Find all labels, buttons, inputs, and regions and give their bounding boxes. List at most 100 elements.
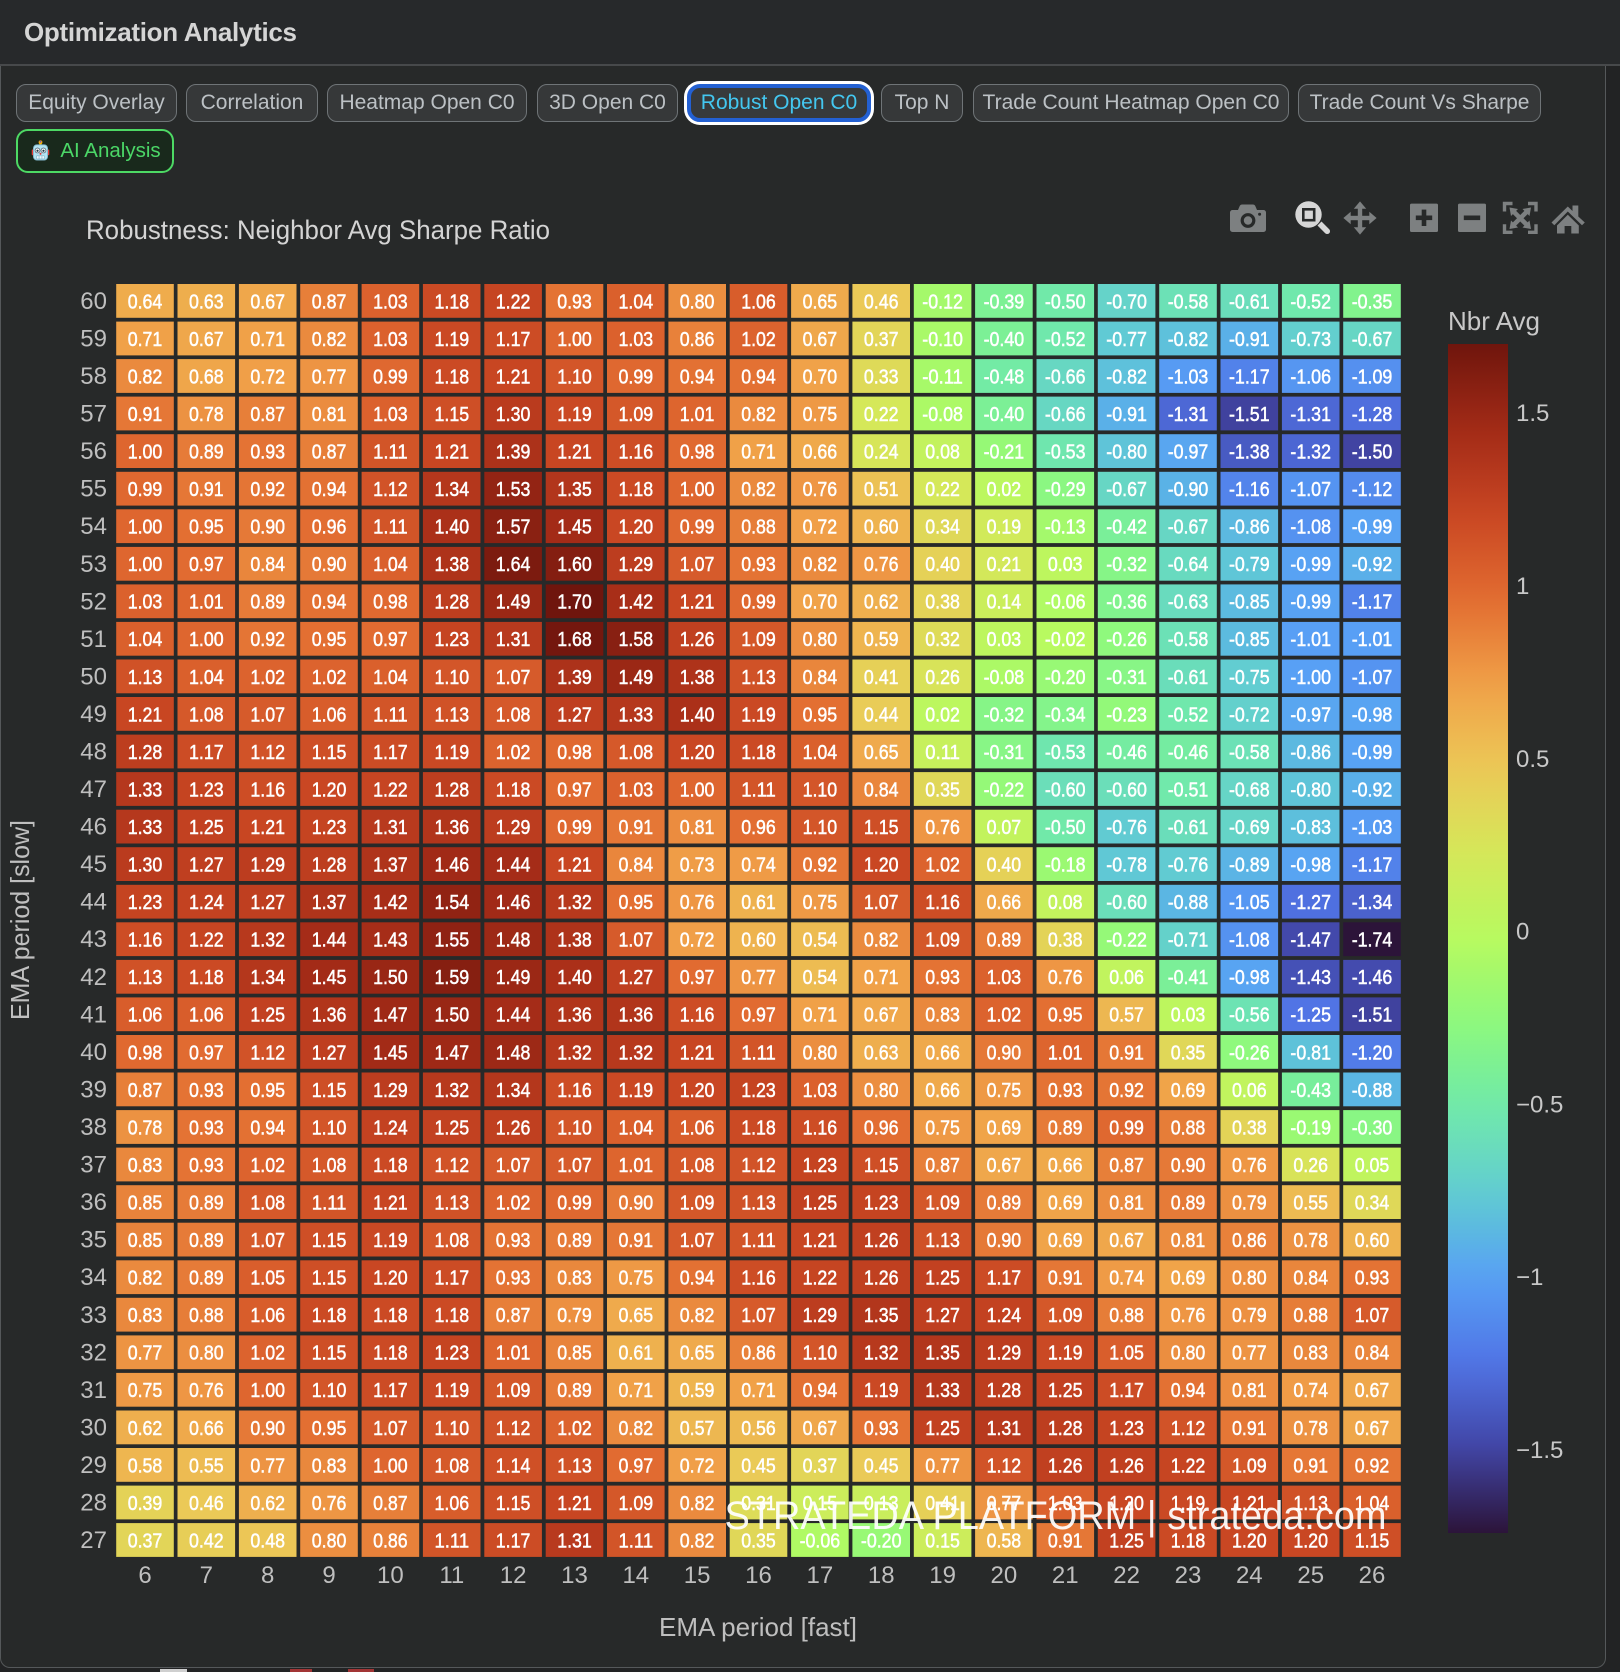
- svg-text:0.34: 0.34: [925, 516, 960, 539]
- svg-text:-0.46: -0.46: [1106, 741, 1147, 764]
- svg-text:1.00: 1.00: [557, 328, 592, 351]
- svg-text:1.47: 1.47: [435, 1041, 470, 1064]
- svg-text:1.07: 1.07: [557, 1154, 592, 1177]
- svg-text:1.04: 1.04: [373, 666, 408, 689]
- svg-text:1.00: 1.00: [680, 778, 715, 801]
- svg-text:0.85: 0.85: [128, 1229, 163, 1252]
- svg-text:15: 15: [684, 1562, 711, 1589]
- svg-text:0.99: 0.99: [373, 365, 408, 388]
- svg-text:0.83: 0.83: [557, 1267, 592, 1290]
- svg-text:10: 10: [377, 1562, 404, 1589]
- svg-text:0.33: 0.33: [864, 365, 899, 388]
- svg-text:1.18: 1.18: [435, 365, 470, 388]
- svg-text:-1.00: -1.00: [1290, 666, 1331, 689]
- svg-text:1.11: 1.11: [741, 778, 776, 801]
- svg-text:1.08: 1.08: [496, 703, 531, 726]
- svg-text:1.04: 1.04: [803, 741, 838, 764]
- svg-text:0.46: 0.46: [189, 1492, 224, 1515]
- svg-text:0.80: 0.80: [1232, 1267, 1267, 1290]
- svg-text:1.38: 1.38: [557, 929, 592, 952]
- svg-text:0.03: 0.03: [1171, 1004, 1206, 1027]
- svg-text:11: 11: [439, 1562, 464, 1589]
- svg-text:37: 37: [80, 1152, 107, 1179]
- svg-text:33: 33: [80, 1302, 107, 1329]
- svg-text:1.06: 1.06: [741, 290, 776, 313]
- svg-text:1.48: 1.48: [496, 929, 531, 952]
- svg-text:1.02: 1.02: [741, 328, 776, 351]
- svg-text:0.82: 0.82: [128, 1267, 163, 1290]
- svg-text:1.59: 1.59: [435, 966, 470, 989]
- svg-text:-0.52: -0.52: [1045, 328, 1086, 351]
- svg-text:0.95: 0.95: [1048, 1004, 1083, 1027]
- svg-text:0.56: 0.56: [741, 1417, 776, 1440]
- svg-text:0.85: 0.85: [128, 1192, 163, 1215]
- svg-text:-1.47: -1.47: [1290, 929, 1331, 952]
- svg-text:0.89: 0.89: [189, 1192, 224, 1215]
- svg-text:1.32: 1.32: [864, 1342, 899, 1365]
- svg-text:1.15: 1.15: [312, 741, 347, 764]
- svg-text:-0.06: -0.06: [1045, 591, 1086, 614]
- svg-text:1.08: 1.08: [312, 1154, 347, 1177]
- svg-text:0.87: 0.87: [925, 1154, 960, 1177]
- svg-text:0.82: 0.82: [619, 1417, 654, 1440]
- svg-text:-1.20: -1.20: [1352, 1041, 1393, 1064]
- svg-text:−1.5: −1.5: [1516, 1437, 1563, 1464]
- svg-text:0.71: 0.71: [250, 328, 285, 351]
- svg-text:0.94: 0.94: [312, 591, 347, 614]
- svg-text:0.96: 0.96: [741, 816, 776, 839]
- svg-text:1.68: 1.68: [557, 628, 592, 651]
- svg-text:0.99: 0.99: [1109, 1116, 1144, 1139]
- svg-text:0.78: 0.78: [1293, 1229, 1328, 1252]
- svg-text:0.84: 0.84: [619, 854, 654, 877]
- svg-text:1.34: 1.34: [496, 1079, 531, 1102]
- svg-text:0.90: 0.90: [987, 1229, 1022, 1252]
- svg-text:-0.82: -0.82: [1106, 365, 1147, 388]
- svg-text:0.77: 0.77: [250, 1454, 285, 1477]
- svg-text:1.18: 1.18: [373, 1342, 408, 1365]
- svg-text:1.02: 1.02: [312, 666, 347, 689]
- svg-text:34: 34: [80, 1264, 107, 1291]
- svg-text:1.16: 1.16: [128, 929, 163, 952]
- svg-text:0.82: 0.82: [680, 1529, 715, 1552]
- svg-text:0.96: 0.96: [864, 1116, 899, 1139]
- svg-text:0.02: 0.02: [925, 703, 960, 726]
- svg-text:0.98: 0.98: [373, 591, 408, 614]
- svg-text:0.75: 0.75: [803, 403, 838, 426]
- svg-text:1.13: 1.13: [741, 666, 776, 689]
- svg-text:-0.39: -0.39: [984, 290, 1025, 313]
- svg-text:1.36: 1.36: [312, 1004, 347, 1027]
- svg-text:49: 49: [80, 701, 107, 728]
- svg-text:1.27: 1.27: [189, 854, 224, 877]
- svg-text:0.91: 0.91: [128, 403, 163, 426]
- svg-text:1.18: 1.18: [312, 1304, 347, 1327]
- svg-text:0.93: 0.93: [496, 1229, 531, 1252]
- svg-text:0.84: 0.84: [1355, 1342, 1390, 1365]
- svg-text:1.29: 1.29: [496, 816, 531, 839]
- svg-text:1.06: 1.06: [128, 1004, 163, 1027]
- svg-text:1.21: 1.21: [557, 1492, 592, 1515]
- svg-text:0.81: 0.81: [1232, 1379, 1267, 1402]
- svg-text:1.11: 1.11: [741, 1229, 776, 1252]
- svg-text:1.38: 1.38: [680, 666, 715, 689]
- svg-text:1: 1: [1516, 573, 1529, 600]
- svg-text:0.40: 0.40: [925, 553, 960, 576]
- svg-text:1.26: 1.26: [864, 1229, 899, 1252]
- svg-text:1.35: 1.35: [925, 1342, 960, 1365]
- svg-text:1.06: 1.06: [680, 1116, 715, 1139]
- svg-text:0.88: 0.88: [1293, 1304, 1328, 1327]
- svg-text:0.95: 0.95: [312, 1417, 347, 1440]
- svg-text:-0.99: -0.99: [1290, 591, 1331, 614]
- svg-text:59: 59: [80, 325, 107, 352]
- svg-text:0.76: 0.76: [312, 1492, 347, 1515]
- svg-text:1.10: 1.10: [435, 666, 470, 689]
- svg-text:0.65: 0.65: [619, 1304, 654, 1327]
- svg-text:0.83: 0.83: [925, 1004, 960, 1027]
- svg-text:-0.69: -0.69: [1229, 816, 1270, 839]
- svg-text:1.49: 1.49: [496, 966, 531, 989]
- svg-text:1.21: 1.21: [250, 816, 285, 839]
- svg-text:1.19: 1.19: [1048, 1342, 1083, 1365]
- svg-text:0.91: 0.91: [619, 1229, 654, 1252]
- svg-text:0.78: 0.78: [128, 1116, 163, 1139]
- svg-text:0.58: 0.58: [128, 1454, 163, 1477]
- svg-text:0.67: 0.67: [803, 1417, 838, 1440]
